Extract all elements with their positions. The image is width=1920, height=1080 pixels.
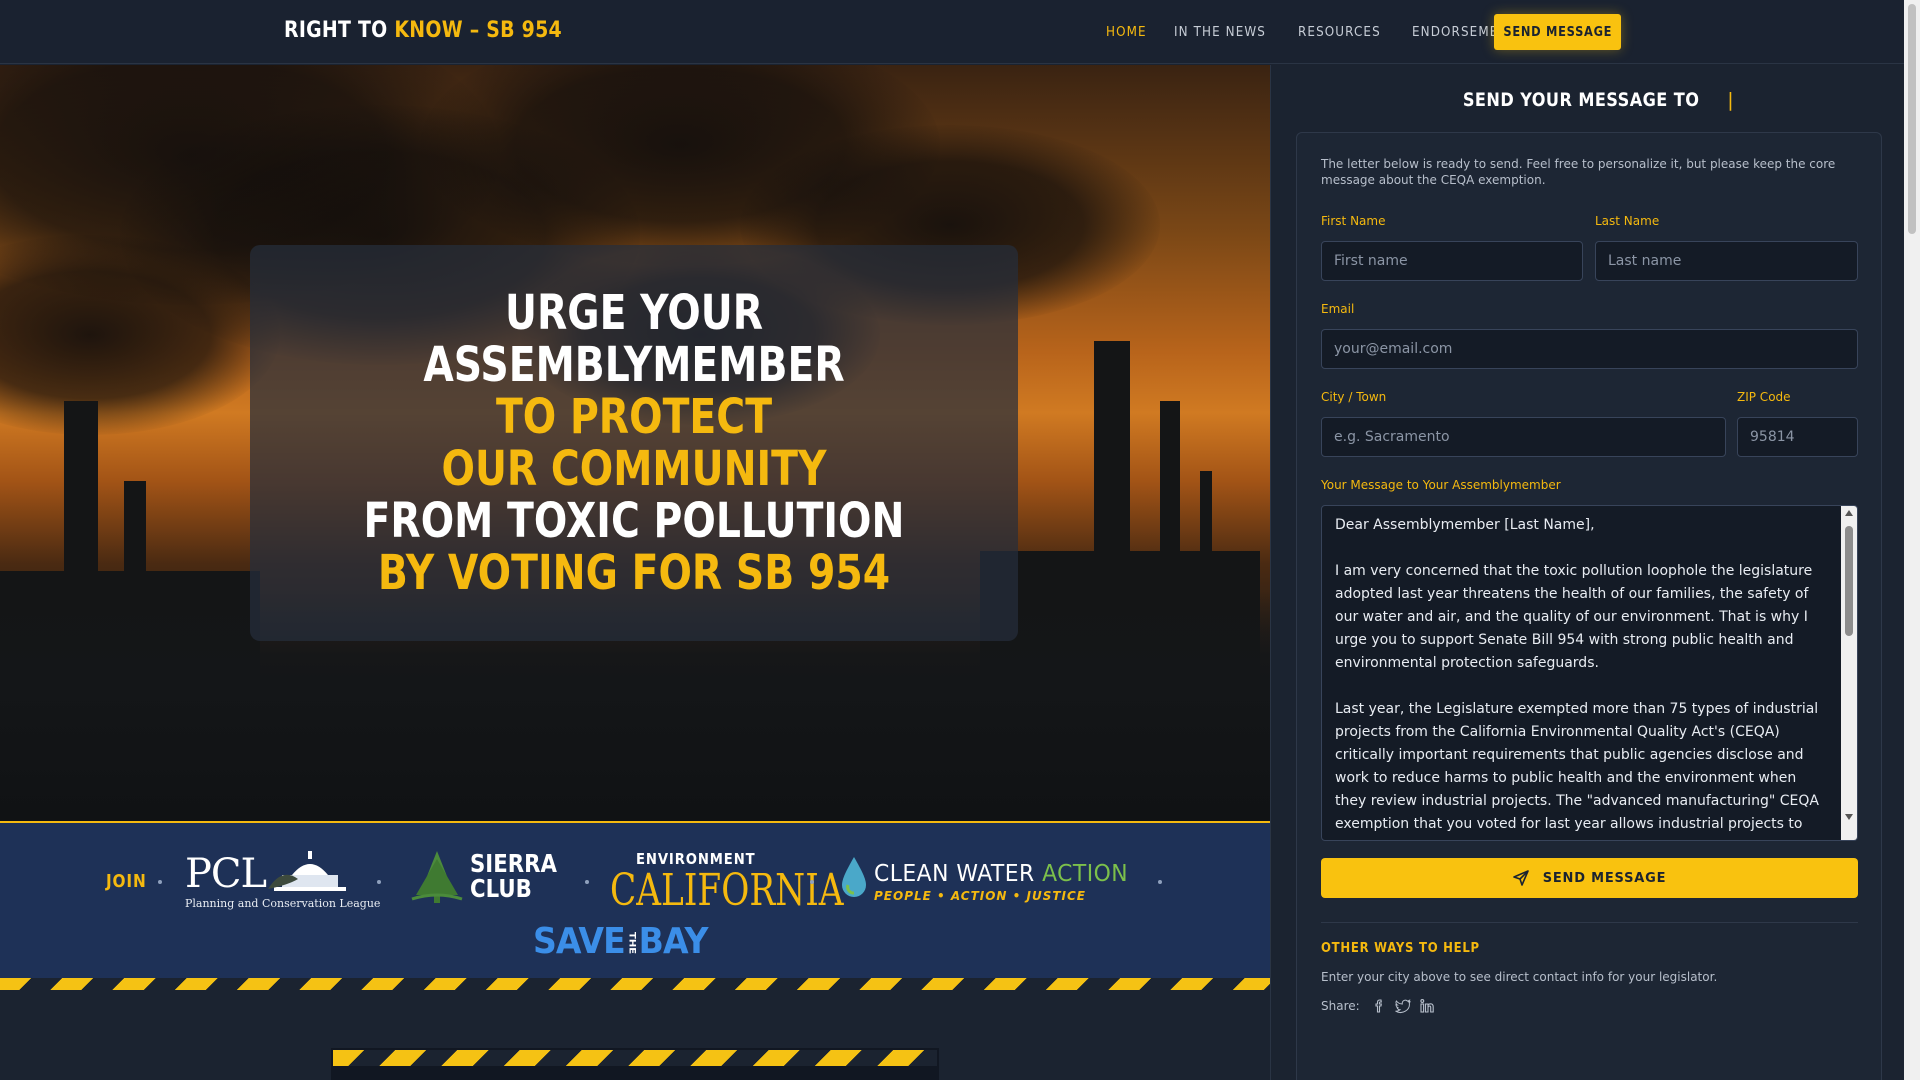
other-ways-title: OTHER WAYS TO HELP [1321, 941, 1480, 956]
sierra-club-name: SIERRA CLUB [470, 851, 557, 901]
textarea-scrollbar[interactable] [1841, 506, 1857, 840]
message-textarea[interactable]: Dear Assemblymember [Last Name], I am ve… [1321, 505, 1858, 841]
message-paragraph: Last year, the Legislature exempted more… [1335, 701, 1819, 840]
panel-title: SEND YOUR MESSAGE TO | [1271, 89, 1905, 111]
lower-card [331, 1068, 939, 1080]
panel-divider [1321, 922, 1858, 923]
nav-send-message-button[interactable]: SEND MESSAGE [1494, 14, 1621, 50]
clean-water-action-tagline: PEOPLE • ACTION • JUSTICE [874, 889, 1087, 903]
save-the-bay-the: THE [626, 931, 637, 955]
message-paragraph: I am very concerned that the toxic pollu… [1335, 563, 1813, 671]
save-the-bay-logo[interactable]: SAVE THEBAY [533, 921, 708, 962]
top-nav: RIGHT TO KNOW – SB 954 HOME IN THE NEWS … [0, 0, 1904, 64]
facebook-icon[interactable] [1371, 998, 1387, 1014]
email-label: Email [1321, 302, 1355, 316]
other-ways-text: Enter your city above to see direct cont… [1321, 970, 1718, 984]
textarea-scrollbar-thumb[interactable] [1845, 526, 1853, 636]
pcl-subtitle: Planning and Conservation League [185, 897, 381, 910]
first-name-label: First Name [1321, 214, 1386, 228]
cwa-action: ACTION [1042, 861, 1129, 887]
share-label: Share: [1321, 999, 1360, 1013]
pcl-name: PCL [185, 851, 267, 897]
headline-line-4: OUR COMMUNITY [441, 441, 827, 497]
partner-logos-strip: JOIN PCL Planning and Conservation Leagu… [0, 821, 1270, 978]
headline-line-5: FROM TOXIC POLLUTION [363, 493, 905, 549]
separator-dot [585, 880, 589, 884]
brand-logo[interactable]: RIGHT TO KNOW – SB 954 [284, 18, 562, 43]
email-input[interactable]: your@email.com [1321, 329, 1858, 369]
scroll-up-arrow-icon[interactable] [1845, 510, 1853, 516]
separator-dot [377, 880, 381, 884]
message-text: Dear Assemblymember [Last Name], I am ve… [1335, 514, 1825, 840]
send-message-button[interactable]: SEND MESSAGE [1321, 858, 1858, 898]
headline-line-2: ASSEMBLYMEMBER [423, 337, 845, 393]
send-icon [1512, 870, 1529, 886]
hero-headline: URGE YOUR ASSEMBLYMEMBER TO PROTECT OUR … [319, 287, 949, 599]
nav-links: HOME IN THE NEWS RESOURCES ENDORSEMENTS [1106, 0, 1560, 64]
environment-california-main: CALIFORNIA [610, 865, 844, 916]
sierra-club-line-1: SIERRA [470, 849, 557, 878]
message-label: Your Message to Your Assemblymember [1321, 478, 1561, 492]
save-the-bay-bay: BAY [638, 921, 709, 962]
join-label: JOIN [106, 871, 147, 892]
sequoia-tree-icon [411, 851, 463, 903]
last-name-label: Last Name [1595, 214, 1660, 228]
capitol-dome-icon [268, 851, 346, 891]
nav-link-home[interactable]: HOME [1106, 25, 1147, 40]
headline-line-3: TO PROTECT [495, 389, 773, 445]
separator-dot [810, 880, 814, 884]
hero-section: URGE YOUR ASSEMBLYMEMBER TO PROTECT OUR … [0, 65, 1270, 821]
panel-title-text: SEND YOUR MESSAGE TO [1462, 89, 1700, 111]
zip-label: ZIP Code [1737, 390, 1791, 404]
send-message-label: SEND MESSAGE [1542, 870, 1667, 886]
page-scrollbar[interactable] [1904, 0, 1920, 1080]
message-panel: SEND YOUR MESSAGE TO | The letter below … [1270, 65, 1904, 1080]
headline-line-6: BY VOTING FOR SB 954 [377, 545, 891, 601]
scroll-down-arrow-icon[interactable] [1845, 814, 1853, 820]
form-intro: The letter below is ready to send. Feel … [1321, 157, 1836, 187]
message-paragraph: Dear Assemblymember [Last Name], [1335, 517, 1595, 533]
hazard-stripe [0, 978, 1270, 990]
last-name-input[interactable]: Last name [1595, 241, 1858, 281]
city-label: City / Town [1321, 390, 1387, 404]
nav-link-in-the-news[interactable]: IN THE NEWS [1174, 25, 1266, 40]
hazard-stripe-card [331, 1048, 939, 1068]
first-name-input[interactable]: First name [1321, 241, 1583, 281]
headline-line-1: URGE YOUR [505, 285, 763, 341]
brand-highlight: KNOW – SB 954 [394, 18, 562, 43]
save-the-bay-save: SAVE [533, 921, 626, 962]
twitter-icon[interactable] [1395, 998, 1411, 1014]
sierra-club-line-2: CLUB [470, 874, 532, 903]
zip-input[interactable]: 95814 [1737, 417, 1858, 457]
separator-dot [1158, 880, 1162, 884]
nav-send-message-label: SEND MESSAGE [1503, 24, 1612, 40]
linkedin-icon[interactable] [1419, 998, 1435, 1014]
page-scrollbar-thumb[interactable] [1908, 4, 1916, 234]
water-drop-icon [842, 857, 866, 897]
clean-water-action-name: CLEAN WATER ACTION [874, 861, 1128, 887]
brand-prefix: RIGHT TO [284, 18, 395, 43]
nav-link-resources[interactable]: RESOURCES [1298, 25, 1381, 40]
city-input[interactable]: e.g. Sacramento [1321, 417, 1726, 457]
cwa-clean-water: CLEAN WATER [874, 861, 1043, 887]
typing-cursor: | [1727, 89, 1735, 111]
separator-dot [158, 880, 162, 884]
